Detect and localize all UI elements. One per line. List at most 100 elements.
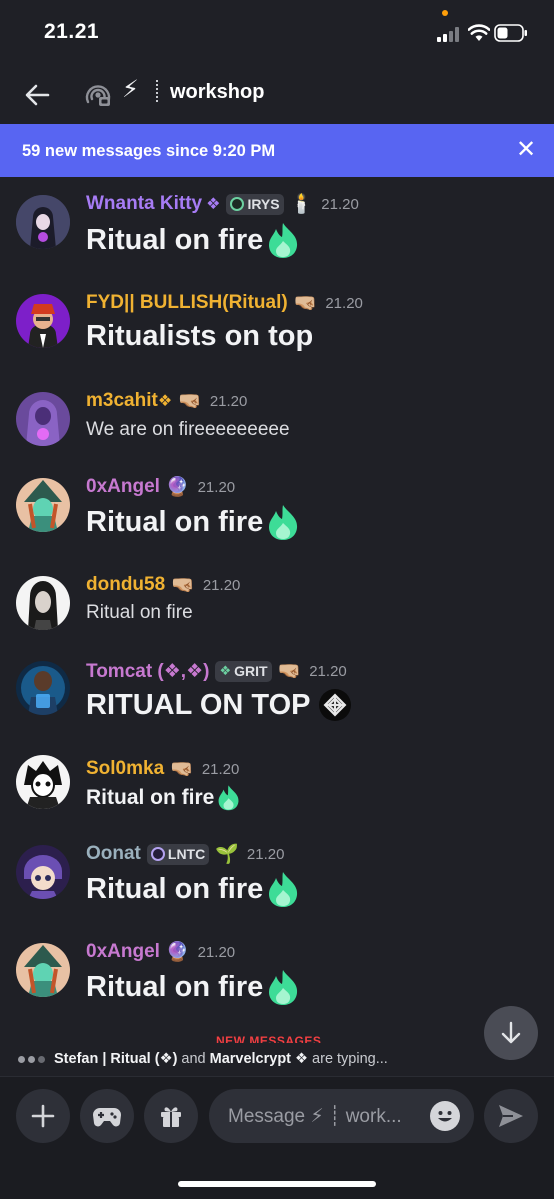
message-text: Ritual on fire — [86, 505, 264, 538]
timestamp: 21.20 — [209, 392, 248, 410]
new-messages-divider: NEW MESSAGES — [0, 1033, 554, 1043]
role-symbol: ❖ — [157, 393, 173, 410]
timestamp: 21.20 — [325, 294, 363, 312]
message-content: Ritual on fire — [86, 221, 302, 259]
irys-tag-icon — [230, 197, 245, 211]
message-text: Ritualists on top — [86, 320, 314, 352]
activities-button[interactable] — [80, 1089, 134, 1143]
message-text: Ritual on fire — [86, 223, 264, 256]
message-text: Ritual on fire — [86, 970, 264, 1003]
arrow-down-icon — [501, 1021, 521, 1044]
typing-indicator: Stefan | Ritual (❖) and Marvelcrypt ❖ ar… — [18, 1048, 388, 1070]
typing-user: Stefan | Ritual (❖) — [54, 1051, 178, 1067]
message-content: RITUAL ON TOP — [86, 687, 353, 723]
timestamp: 21.20 — [201, 760, 240, 778]
message-content: Ritual on fire — [86, 870, 302, 908]
timestamp: 21.20 — [321, 195, 359, 213]
status-time: 21.21 — [44, 20, 100, 43]
timestamp: 21.20 — [246, 845, 285, 863]
timestamp: 21.20 — [197, 943, 236, 961]
channel-emoji: ⚡ — [122, 76, 139, 103]
typing-user: Marvelcrypt ❖ — [209, 1051, 309, 1067]
username[interactable]: Wnanta Kitty — [86, 193, 202, 215]
new-messages-divider-label: NEW MESSAGES — [216, 1034, 322, 1043]
cellular-signal-icon — [437, 26, 463, 42]
gift-button[interactable] — [144, 1089, 198, 1143]
avatar[interactable] — [16, 392, 70, 446]
message-text: RITUAL ON TOP — [86, 688, 311, 721]
typing-dots-icon — [18, 1055, 45, 1063]
emoji-picker-button[interactable] — [430, 1101, 460, 1131]
role-symbol: ❖ — [206, 196, 221, 213]
grit-tag-icon: ❖ — [219, 663, 232, 678]
status-bar: 21.21 — [0, 0, 554, 62]
message-content: Ritual on fire — [86, 784, 242, 811]
back-arrow-icon[interactable] — [22, 80, 52, 110]
username[interactable]: Oonat — [86, 843, 141, 865]
user-emoji: 🤜🏼 — [178, 391, 202, 412]
home-indicator[interactable] — [178, 1181, 376, 1187]
message-text: Ritual on fire — [86, 872, 264, 905]
user-emoji: 🤜🏼 — [171, 575, 195, 596]
channel-header: ⚡ workshop — [0, 62, 554, 124]
wifi-icon — [468, 24, 490, 41]
message-text: We are on fireeeeeeeee — [86, 419, 290, 440]
gift-icon — [161, 1107, 181, 1127]
user-emoji: 🤜🏼 — [170, 759, 194, 780]
message-input[interactable]: Message ⚡ ┊ work... — [209, 1089, 474, 1143]
message-content: Ritual on fire — [86, 503, 302, 541]
close-icon[interactable]: ✕ — [515, 138, 537, 162]
plus-icon — [31, 1104, 55, 1128]
smile-icon — [438, 1111, 452, 1122]
fire-emoji-icon — [269, 970, 298, 1005]
username[interactable]: m3cahit — [86, 390, 158, 412]
timestamp: 21.20 — [309, 662, 347, 680]
avatar[interactable] — [16, 294, 70, 348]
channel-separator — [156, 80, 159, 102]
timestamp: 21.20 — [202, 576, 241, 594]
fire-emoji-icon — [269, 505, 298, 540]
message-content: Ritualists on top — [86, 320, 313, 353]
server-tag[interactable]: IRYS — [226, 193, 284, 215]
send-button[interactable] — [484, 1089, 538, 1143]
avatar[interactable] — [16, 195, 70, 249]
user-emoji: 🔮 — [165, 942, 190, 963]
new-messages-banner-text: 59 new messages since 9:20 PM — [22, 142, 276, 160]
username[interactable]: dondu58 — [86, 574, 165, 596]
avatar[interactable] — [16, 845, 70, 899]
fire-emoji-icon — [269, 872, 298, 907]
timestamp: 21.20 — [197, 478, 236, 496]
server-tag-label: IRYS — [247, 196, 280, 212]
stage-channel-icon — [85, 85, 111, 106]
user-emoji: 🔮 — [165, 477, 190, 498]
fire-emoji-icon — [218, 785, 239, 811]
username[interactable]: Tomcat (❖,❖) — [86, 660, 209, 683]
user-emoji: 🌱 — [215, 844, 239, 865]
new-messages-banner[interactable]: 59 new messages since 9:20 PM ✕ — [0, 124, 554, 177]
username[interactable]: 0xAngel — [86, 476, 160, 498]
battery-icon — [494, 24, 527, 42]
jump-to-present-button[interactable] — [484, 1006, 538, 1060]
message-text: Ritual on fire — [86, 785, 215, 809]
server-tag[interactable]: LNTC — [146, 843, 210, 865]
message-text: Ritual on fire — [86, 602, 193, 623]
avatar[interactable] — [16, 755, 70, 809]
privacy-indicator-dot — [442, 10, 448, 16]
username[interactable]: FYD|| BULLISH(Ritual) — [86, 292, 288, 314]
channel-name[interactable]: workshop — [170, 81, 264, 104]
avatar[interactable] — [16, 661, 70, 715]
username[interactable]: Sol0mka — [86, 758, 164, 780]
message-content: Ritual on fire — [86, 968, 302, 1006]
avatar[interactable] — [16, 576, 70, 630]
typing-suffix: are typing... — [312, 1051, 388, 1067]
add-attachment-button[interactable] — [16, 1089, 70, 1143]
username[interactable]: 0xAngel — [86, 941, 160, 963]
avatar[interactable] — [16, 478, 70, 532]
server-tag[interactable]: ❖ GRIT — [215, 660, 272, 682]
user-emoji: 🕯️ — [289, 194, 314, 215]
gamepad-icon — [93, 1108, 121, 1127]
avatar[interactable] — [16, 943, 70, 997]
typing-joiner: and — [181, 1051, 206, 1067]
fire-emoji-icon — [269, 223, 298, 258]
server-tag-label: GRIT — [234, 663, 268, 679]
